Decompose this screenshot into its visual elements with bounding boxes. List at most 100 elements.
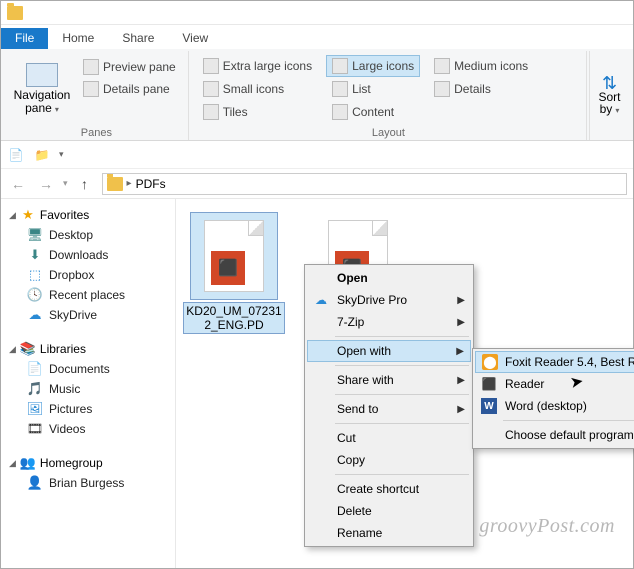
cloud-icon: ☁ — [313, 292, 329, 308]
separator — [335, 423, 469, 424]
menu-skydrive-pro[interactable]: ☁SkyDrive Pro▶ — [307, 289, 471, 311]
chevron-right-icon: ▶ — [456, 346, 464, 357]
pdf-file-icon: ⬛ — [204, 220, 264, 292]
foxit-icon: ⬤ — [482, 354, 498, 370]
tab-view[interactable]: View — [168, 28, 222, 49]
sidebar-item-music[interactable]: 🎵Music — [5, 379, 171, 399]
reader-icon: ⬛ — [481, 376, 497, 392]
menu-rename[interactable]: Rename — [307, 522, 471, 544]
details-icon — [434, 81, 450, 97]
menu-cut[interactable]: Cut — [307, 427, 471, 449]
music-icon: 🎵 — [27, 381, 43, 397]
new-folder-icon[interactable]: 📁 — [33, 146, 51, 164]
videos-icon: 🎞 — [27, 421, 43, 437]
chevron-right-icon: ▶ — [457, 404, 465, 415]
submenu-reader[interactable]: ⬛Reader — [475, 373, 634, 395]
cloud-icon: ☁ — [27, 307, 43, 323]
sidebar-group-libraries: ◢📚Libraries 📄Documents 🎵Music 🖼Pictures … — [5, 339, 171, 439]
recent-icon: 🕓 — [27, 287, 43, 303]
view-tiles[interactable]: Tiles — [197, 101, 318, 123]
menu-7zip[interactable]: 7-Zip▶ — [307, 311, 471, 333]
sidebar-item-pictures[interactable]: 🖼Pictures — [5, 399, 171, 419]
sort-by-button[interactable]: ⇅ Sort by ▾ — [589, 51, 629, 140]
submenu-choose-default[interactable]: Choose default program. — [475, 424, 634, 446]
tab-share[interactable]: Share — [108, 28, 168, 49]
grid-icon — [203, 58, 219, 74]
menu-open[interactable]: Open — [307, 267, 471, 289]
dropbox-icon: ⬚ — [27, 267, 43, 283]
separator — [335, 474, 469, 475]
desktop-icon: 🖥 — [27, 227, 43, 243]
chevron-down-icon: ◢ — [9, 458, 16, 469]
grid-icon — [203, 81, 219, 97]
ribbon: Navigation pane ▾ Preview pane Details p… — [1, 49, 633, 141]
tab-home[interactable]: Home — [48, 28, 108, 49]
folder-icon — [7, 6, 23, 20]
sidebar-header-homegroup[interactable]: ◢👥Homegroup — [5, 453, 171, 473]
ribbon-group-layout: Extra large icons Large icons Medium ico… — [191, 51, 587, 140]
sidebar-item-recent[interactable]: 🕓Recent places — [5, 285, 171, 305]
sidebar-group-favorites: ◢★Favorites 🖥Desktop ⬇Downloads ⬚Dropbox… — [5, 205, 171, 325]
separator — [335, 365, 469, 366]
sidebar-item-desktop[interactable]: 🖥Desktop — [5, 225, 171, 245]
pictures-icon: 🖼 — [27, 401, 43, 417]
view-medium-icons[interactable]: Medium icons — [428, 55, 534, 77]
chevron-right-icon: ▶ — [457, 375, 465, 386]
sidebar-item-skydrive[interactable]: ☁SkyDrive — [5, 305, 171, 325]
navigation-sidebar: ◢★Favorites 🖥Desktop ⬇Downloads ⬚Dropbox… — [1, 199, 176, 568]
separator — [503, 420, 634, 421]
watermark: groovyPost.com — [479, 515, 615, 538]
libraries-icon: 📚 — [20, 341, 36, 357]
sidebar-item-dropbox[interactable]: ⬚Dropbox — [5, 265, 171, 285]
sidebar-item-downloads[interactable]: ⬇Downloads — [5, 245, 171, 265]
view-content[interactable]: Content — [326, 101, 420, 123]
preview-pane-button[interactable]: Preview pane — [77, 57, 182, 77]
submenu-word[interactable]: WWord (desktop) — [475, 395, 634, 417]
menu-delete[interactable]: Delete — [307, 500, 471, 522]
menu-open-with[interactable]: Open with▶ — [307, 340, 471, 362]
up-button[interactable]: ↑ — [74, 173, 96, 195]
separator — [335, 394, 469, 395]
sidebar-header-favorites[interactable]: ◢★Favorites — [5, 205, 171, 225]
tab-file[interactable]: File — [1, 28, 48, 49]
breadcrumb-folder[interactable]: PDFs — [136, 177, 166, 191]
user-icon: 👤 — [27, 475, 43, 491]
details-pane-button[interactable]: Details pane — [77, 79, 182, 99]
separator — [335, 336, 469, 337]
chevron-right-icon: ▸ — [127, 178, 132, 189]
view-details[interactable]: Details — [428, 78, 534, 100]
forward-button[interactable]: → — [35, 173, 57, 195]
menu-create-shortcut[interactable]: Create shortcut — [307, 478, 471, 500]
submenu-foxit-reader[interactable]: ⬤Foxit Reader 5.4, Best Rea — [475, 351, 634, 373]
menu-send-to[interactable]: Send to▶ — [307, 398, 471, 420]
view-list[interactable]: List — [326, 78, 420, 100]
menu-copy[interactable]: Copy — [307, 449, 471, 471]
chevron-down-icon: ◢ — [9, 210, 16, 221]
sidebar-item-documents[interactable]: 📄Documents — [5, 359, 171, 379]
view-extra-large-icons[interactable]: Extra large icons — [197, 55, 318, 77]
grid-icon — [332, 58, 348, 74]
view-small-icons[interactable]: Small icons — [197, 78, 318, 100]
navigation-pane-button[interactable]: Navigation pane ▾ — [11, 53, 73, 126]
homegroup-icon: 👥 — [20, 455, 36, 471]
menu-share-with[interactable]: Share with▶ — [307, 369, 471, 391]
quick-toolbar: 📄 📁 ▾ — [1, 141, 633, 169]
word-icon: W — [481, 398, 497, 414]
list-icon — [332, 81, 348, 97]
folder-icon — [107, 177, 123, 191]
sidebar-header-libraries[interactable]: ◢📚Libraries — [5, 339, 171, 359]
ribbon-tabs: File Home Share View — [1, 25, 633, 49]
sidebar-item-user[interactable]: 👤Brian Burgess — [5, 473, 171, 493]
sidebar-group-homegroup: ◢👥Homegroup 👤Brian Burgess — [5, 453, 171, 493]
context-submenu-open-with: ⬤Foxit Reader 5.4, Best Rea ⬛Reader WWor… — [472, 348, 634, 449]
address-bar[interactable]: ▸ PDFs — [102, 173, 627, 195]
address-bar-row: ← → ▾ ↑ ▸ PDFs — [1, 169, 633, 199]
tiles-icon — [203, 104, 219, 120]
view-large-icons[interactable]: Large icons — [326, 55, 420, 77]
organize-icon[interactable]: 📄 — [7, 146, 25, 164]
file-item[interactable]: ⬛ KD20_UM_072312_ENG.PD — [184, 213, 284, 333]
file-name: KD20_UM_072312_ENG.PD — [184, 303, 284, 333]
sidebar-item-videos[interactable]: 🎞Videos — [5, 419, 171, 439]
star-icon: ★ — [20, 207, 36, 223]
back-button[interactable]: ← — [7, 173, 29, 195]
